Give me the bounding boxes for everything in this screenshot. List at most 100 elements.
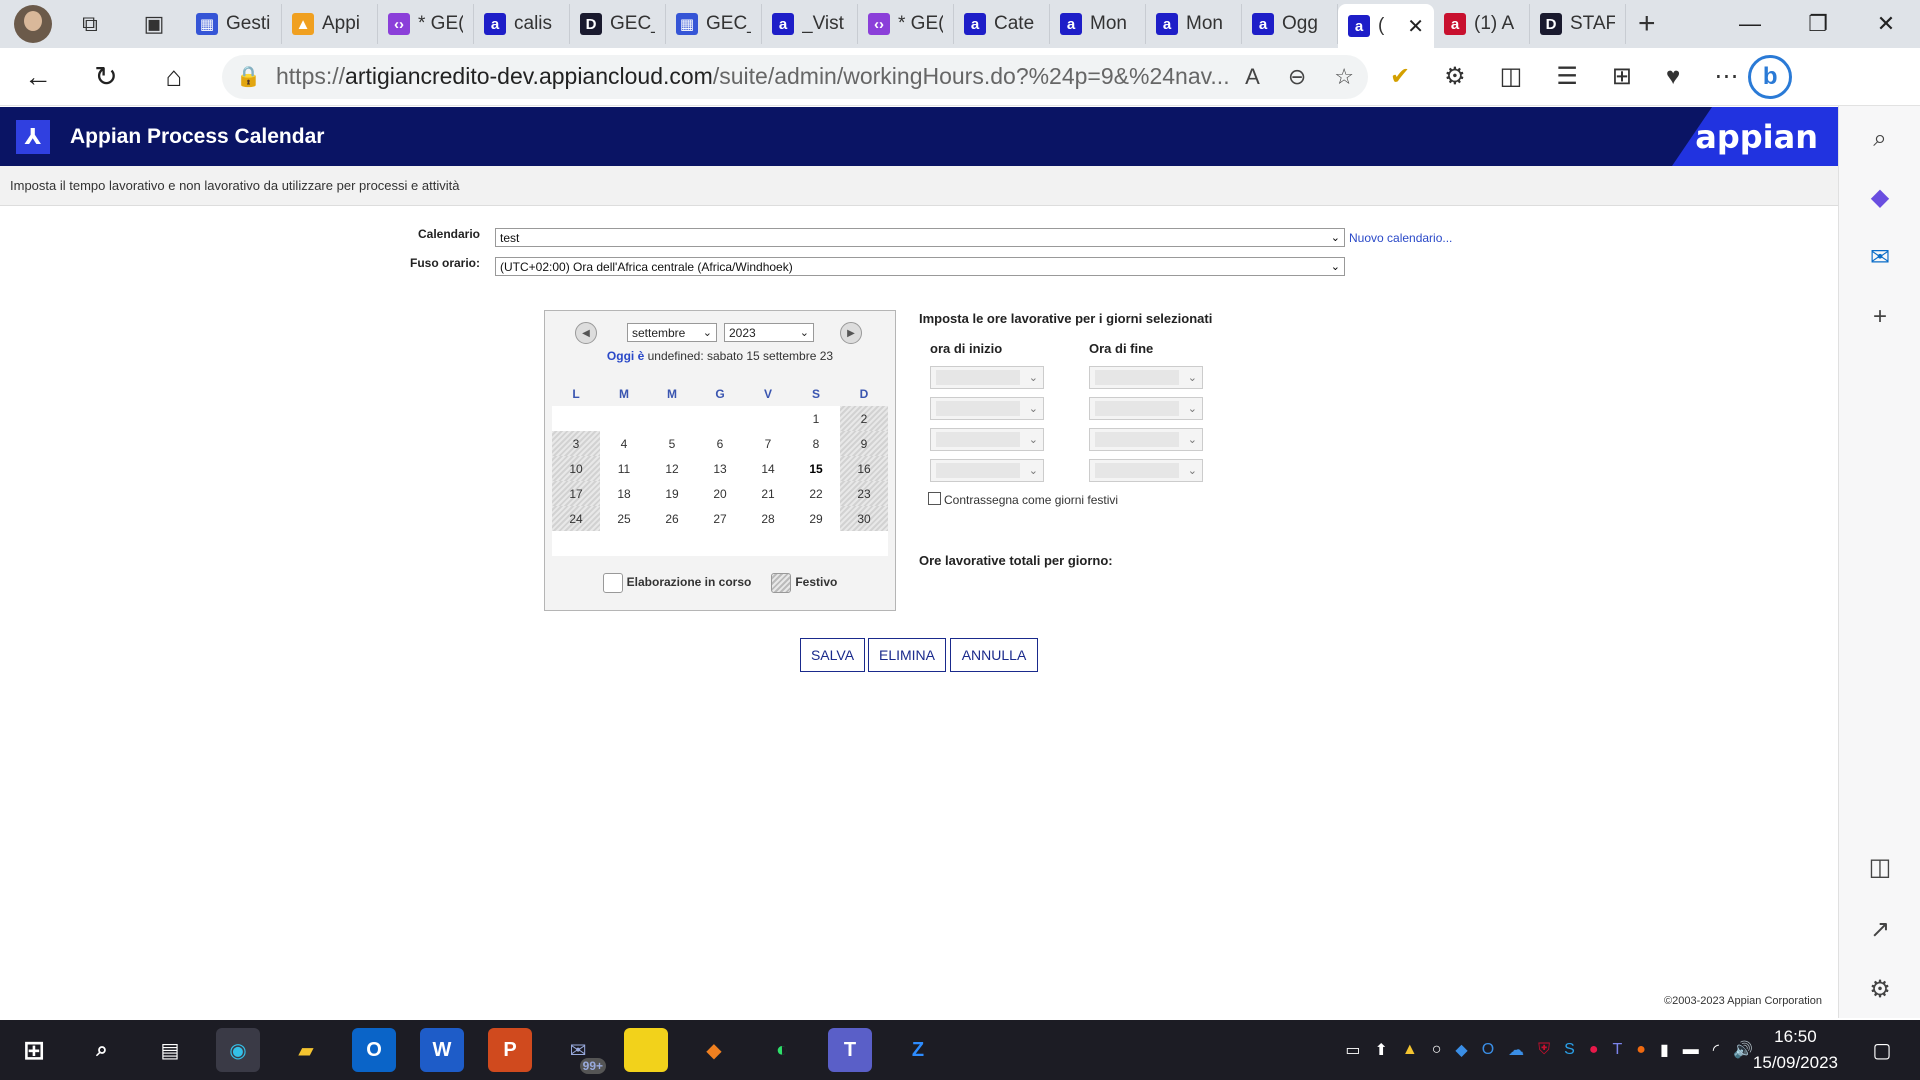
- calendar-day[interactable]: 6: [696, 431, 744, 456]
- start-hour-select-3[interactable]: ⌄: [930, 428, 1044, 451]
- notifications-icon[interactable]: ▢: [1860, 1028, 1904, 1072]
- back-button[interactable]: ←: [8, 54, 68, 100]
- restore-button[interactable]: ❐: [1784, 11, 1852, 37]
- search-icon[interactable]: ⌕: [80, 1028, 124, 1072]
- cancel-button[interactable]: ANNULLA: [950, 638, 1038, 672]
- calendar-day[interactable]: 28: [744, 506, 792, 531]
- app-green-icon[interactable]: ◐: [760, 1028, 804, 1072]
- workspaces-icon[interactable]: ⧉: [70, 4, 110, 44]
- address-bar[interactable]: 🔒 https://artigiancredito-dev.appianclou…: [222, 54, 1368, 99]
- browser-tab[interactable]: ‹› * GE(: [378, 4, 474, 44]
- bing-copilot-icon[interactable]: b: [1748, 54, 1793, 99]
- timezone-select[interactable]: (UTC+02:00) Ora dell'Africa centrale (Af…: [495, 257, 1345, 276]
- calendar-day[interactable]: 27: [696, 506, 744, 531]
- month-select[interactable]: settembre ⌄: [627, 323, 717, 342]
- calendar-day[interactable]: 17: [552, 481, 600, 506]
- drive-icon[interactable]: ▲: [1402, 1041, 1418, 1059]
- end-hour-select-1[interactable]: ⌄: [1089, 366, 1203, 389]
- f5-icon[interactable]: ●: [1589, 1041, 1599, 1059]
- search-icon[interactable]: ⌕: [1865, 124, 1895, 154]
- circle-icon[interactable]: ○: [1432, 1041, 1442, 1059]
- calendar-day[interactable]: 18: [600, 481, 648, 506]
- tab-actions-icon[interactable]: ▣: [134, 4, 174, 44]
- taskbar-clock[interactable]: 16:50 15/09/2023: [1753, 1024, 1838, 1076]
- new-calendar-link[interactable]: Nuovo calendario...: [1349, 231, 1452, 245]
- task-view-icon[interactable]: ▤: [148, 1028, 192, 1072]
- browser-tab[interactable]: a Mon: [1050, 4, 1146, 44]
- split-screen-icon[interactable]: ◫: [1500, 62, 1523, 91]
- browser-tab[interactable]: a Cate: [954, 4, 1050, 44]
- start-button-icon[interactable]: ⊞: [12, 1028, 56, 1072]
- calendar-day[interactable]: 12: [648, 456, 696, 481]
- calendar-day[interactable]: 11: [600, 456, 648, 481]
- calendar-day[interactable]: 16: [840, 456, 888, 481]
- browser-tab[interactable]: D GEC_: [570, 4, 666, 44]
- home-button[interactable]: ⌂: [144, 54, 204, 100]
- network-monitor-icon[interactable]: ▭: [1345, 1040, 1360, 1060]
- browser-tab[interactable]: a (✕: [1338, 4, 1434, 48]
- calendar-day[interactable]: 3: [552, 431, 600, 456]
- browser-tab[interactable]: a Ogg: [1242, 4, 1338, 44]
- calendar-day[interactable]: 4: [600, 431, 648, 456]
- more-menu-icon[interactable]: ⋯: [1714, 62, 1738, 91]
- save-button[interactable]: SALVA: [800, 638, 865, 672]
- hide-sidebar-icon[interactable]: ◫: [1865, 852, 1895, 882]
- calendar-day[interactable]: 22: [792, 481, 840, 506]
- calendar-day[interactable]: 26: [648, 506, 696, 531]
- calendar-day[interactable]: 2: [840, 406, 888, 431]
- start-hour-select-2[interactable]: ⌄: [930, 397, 1044, 420]
- volume-icon[interactable]: 🔊: [1733, 1040, 1753, 1060]
- package-icon[interactable]: ◆: [692, 1028, 736, 1072]
- outlook-icon[interactable]: O: [352, 1028, 396, 1072]
- edge-browser-icon[interactable]: ◉: [216, 1028, 260, 1072]
- profile-avatar[interactable]: [14, 5, 52, 43]
- word-icon[interactable]: W: [420, 1028, 464, 1072]
- browser-tab[interactable]: D STAF: [1530, 4, 1626, 44]
- holiday-checkbox[interactable]: [928, 492, 941, 505]
- today-link[interactable]: Oggi: [607, 349, 634, 363]
- calendar-day[interactable]: 25: [600, 506, 648, 531]
- browser-tab[interactable]: ▦ Gesti: [186, 4, 282, 44]
- browser-tab[interactable]: ‹› * GE(: [858, 4, 954, 44]
- new-tab-button[interactable]: +: [1638, 7, 1656, 41]
- calendar-day[interactable]: 15: [792, 456, 840, 481]
- browser-tab[interactable]: ▦ GEC_: [666, 4, 762, 44]
- collections-icon[interactable]: ⊞: [1612, 62, 1632, 91]
- settings-gear-icon[interactable]: ⚙: [1865, 974, 1895, 1004]
- refresh-button[interactable]: ↻: [76, 54, 136, 100]
- onedrive-icon[interactable]: ☁: [1508, 1040, 1524, 1060]
- skype-icon[interactable]: S: [1564, 1041, 1575, 1059]
- calendar-day[interactable]: 14: [744, 456, 792, 481]
- usb-icon[interactable]: ▮: [1660, 1040, 1669, 1060]
- favorites-icon[interactable]: ☰: [1556, 62, 1578, 91]
- outlook-tray-icon[interactable]: O: [1482, 1041, 1494, 1059]
- file-explorer-icon[interactable]: ▰: [284, 1028, 328, 1072]
- calendar-day[interactable]: 30: [840, 506, 888, 531]
- browser-tab[interactable]: a (1) A: [1434, 4, 1530, 44]
- mcafee-icon[interactable]: ⛨: [1538, 1041, 1550, 1059]
- start-hour-select-1[interactable]: ⌄: [930, 366, 1044, 389]
- calendar-day[interactable]: 5: [648, 431, 696, 456]
- external-link-icon[interactable]: ↗: [1865, 914, 1895, 944]
- calendar-day[interactable]: 8: [792, 431, 840, 456]
- year-select[interactable]: 2023 ⌄: [724, 323, 814, 342]
- calendar-day[interactable]: 9: [840, 431, 888, 456]
- start-hour-select-4[interactable]: ⌄: [930, 459, 1044, 482]
- outlook-icon[interactable]: ✉: [1865, 242, 1895, 272]
- teams-icon[interactable]: T: [828, 1028, 872, 1072]
- calendar-day[interactable]: 29: [792, 506, 840, 531]
- browser-tab[interactable]: a Mon: [1146, 4, 1242, 44]
- calendar-day[interactable]: 7: [744, 431, 792, 456]
- calendar-day[interactable]: 21: [744, 481, 792, 506]
- calendar-day[interactable]: 24: [552, 506, 600, 531]
- calendar-day[interactable]: 1: [792, 406, 840, 431]
- delete-button[interactable]: ELIMINA: [868, 638, 946, 672]
- browser-tab[interactable]: a _Vist: [762, 4, 858, 44]
- minimize-button[interactable]: —: [1716, 11, 1784, 37]
- read-aloud-icon[interactable]: A: [1245, 64, 1260, 90]
- browser-tab[interactable]: a calis: [474, 4, 570, 44]
- browser-tab[interactable]: ▲ Appi: [282, 4, 378, 44]
- battery-icon[interactable]: ▬: [1683, 1041, 1699, 1059]
- end-hour-select-3[interactable]: ⌄: [1089, 428, 1203, 451]
- teams-tray-icon[interactable]: T: [1613, 1041, 1623, 1059]
